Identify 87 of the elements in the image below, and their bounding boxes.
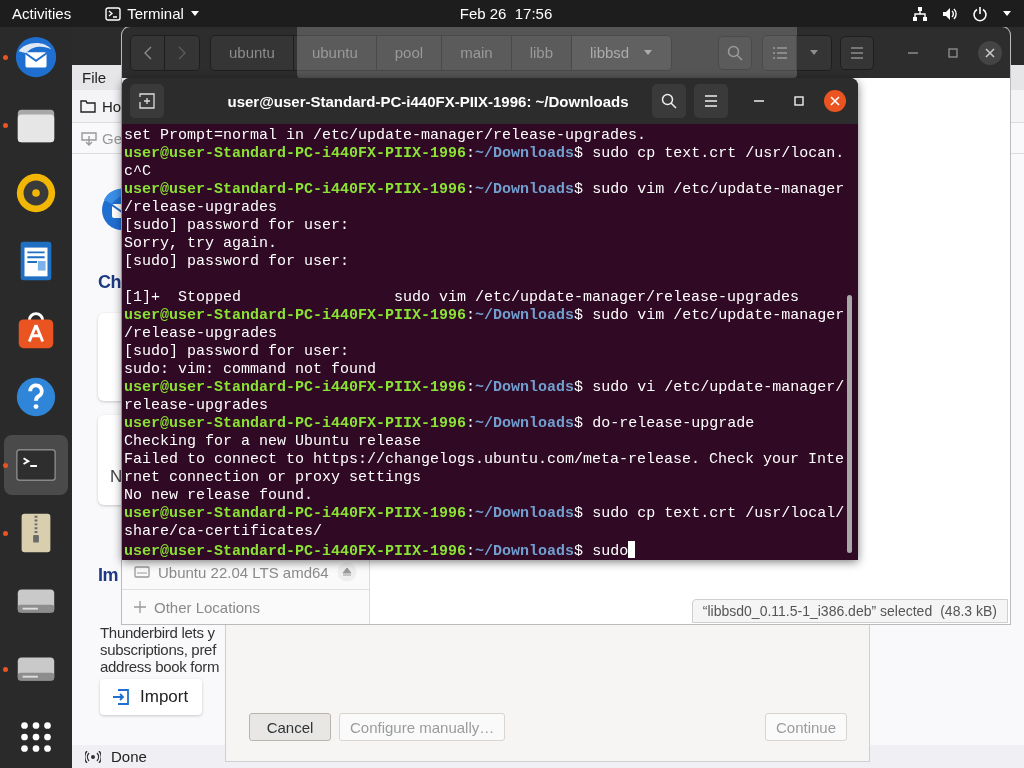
file-size: (48.3 kB): [940, 603, 997, 619]
terminal-line: release-upgrades: [124, 397, 270, 415]
sidebar-item[interactable]: Other Locations: [122, 594, 369, 620]
terminal-line: [sudo] password for user:: [124, 253, 351, 271]
drive-icon: [134, 565, 150, 579]
activities-button[interactable]: Activities: [12, 5, 72, 22]
terminal-line: set Prompt=normal in /etc/update-manager/release-upgrades.: [124, 127, 648, 145]
minimize-icon: [908, 51, 918, 54]
path-button[interactable]: ubuntu: [211, 35, 294, 70]
terminal-line: [1]+ Stopped sudo vim /etc/update-manager/release-upgrades: [124, 289, 801, 307]
network-icon[interactable]: [912, 5, 928, 22]
terminal-line: Sorry, try again.: [124, 235, 279, 253]
terminal-line: user@user-Standard-PC-i440FX-PIIX-1996:~/Downloads$ sudo cp text.crt /usr/local/: [124, 505, 846, 523]
minimize-icon: [754, 100, 764, 102]
terminal-line: rnet connection or proxy settings: [124, 469, 423, 487]
sidebar-item[interactable]: Ubuntu 22.04 LTS amd64: [122, 559, 369, 585]
terminal-line: No new release found.: [124, 487, 315, 505]
menu-icon: [704, 95, 718, 107]
menu-icon: [850, 46, 864, 59]
plus-icon: [134, 601, 146, 613]
import-button[interactable]: Import: [100, 679, 203, 715]
terminal-line: [sudo] password for user:: [124, 343, 351, 361]
status-text: “libbsd0_0.11.5-1_i386.deb” selected: [702, 603, 933, 619]
path-button[interactable]: pool: [376, 35, 443, 70]
section-heading: Im: [98, 565, 118, 586]
menu-button[interactable]: [840, 35, 874, 70]
path-button[interactable]: ubuntu: [293, 35, 377, 70]
path-button[interactable]: main: [442, 35, 512, 70]
caret-icon: [189, 10, 200, 17]
status-text: Done: [111, 748, 147, 765]
list-icon: [771, 45, 788, 60]
menu-button[interactable]: [694, 84, 728, 118]
back-button[interactable]: [131, 35, 165, 70]
dialog-button[interactable]: Cancel: [249, 713, 331, 741]
terminal-line: user@user-Standard-PC-i440FX-PIIX-1996:~/Downloads$ sudo vim /etc/update-manager: [124, 307, 846, 325]
list-view-button[interactable]: [763, 35, 797, 70]
chevron-left-icon: [143, 45, 152, 60]
terminal-icon: [105, 6, 122, 21]
terminal-line: [sudo] password for user:: [124, 217, 351, 235]
path-button[interactable]: libb: [511, 35, 572, 70]
caret-icon[interactable]: [1002, 10, 1012, 17]
terminal-line: /release-upgrades: [124, 199, 279, 217]
terminal-line: /release-upgrades: [124, 325, 279, 343]
terminal-line: user@user-Standard-PC-i440FX-PIIX-1996:~/Downloads$ sudo cp text.crt /usr/locan.: [124, 145, 846, 163]
import-icon: [112, 688, 130, 706]
folder-icon: [80, 99, 96, 113]
terminal-line: user@user-Standard-PC-i440FX-PIIX-1996:~/Downloads$ sudo vim /etc/update-manager: [124, 181, 846, 199]
caret-icon: [809, 49, 819, 56]
card-text: N: [110, 467, 123, 487]
download-icon[interactable]: [80, 130, 98, 146]
search-icon: [727, 44, 743, 61]
search-icon: [661, 93, 677, 109]
power-icon[interactable]: [972, 5, 988, 22]
mail-app-icon[interactable]: [13, 34, 59, 80]
toolbar-button[interactable]: Ge: [102, 129, 122, 147]
terminal-line: Checking for a new Ubuntu release: [124, 433, 423, 451]
search-button[interactable]: [652, 84, 686, 118]
paragraph-line: address book form: [100, 658, 220, 675]
terminal-line: user@user-Standard-PC-i440FX-PIIX-1996:~/Downloads$ sudo vi /etc/update-manager/: [124, 379, 846, 397]
clock[interactable]: Feb 26 17:56: [459, 5, 553, 22]
terminal-line: share/ca-certificates/: [124, 523, 324, 541]
close-button[interactable]: [978, 40, 1002, 65]
wireless-icon: [85, 750, 101, 763]
terminal-line: sudo: vim: command not found: [124, 361, 378, 379]
app-menu-button[interactable]: Terminal: [105, 5, 200, 22]
terminal-line: Failed to connect to https://changelogs.ubuntu.com/meta-release. Check your Inte: [124, 451, 846, 469]
terminal-line: c^C: [124, 163, 152, 181]
close-button[interactable]: [824, 90, 846, 112]
new-tab-icon: [139, 93, 155, 109]
paragraph-line: Thunderbird lets y: [100, 624, 216, 641]
active-dock-item[interactable]: [4, 435, 68, 495]
window-title: user@user-Standard-PC-i440FX-PIIX-1996: ~/Downloads: [226, 92, 630, 110]
maximize-icon: [948, 47, 958, 58]
terminal-line: user@user-Standard-PC-i440FX-PIIX-1996:~/Downloads$ sudo: [124, 541, 858, 559]
new-tab-button[interactable]: [130, 84, 164, 118]
menu-item[interactable]: File: [82, 69, 107, 86]
terminal-line: user@user-Standard-PC-i440FX-PIIX-1996:~/Downloads$ do-release-upgrade: [124, 415, 756, 433]
path-button[interactable]: libbsd: [572, 35, 672, 70]
chevron-right-icon: [178, 45, 186, 60]
close-icon: [830, 96, 840, 106]
section-heading: Ch: [98, 272, 121, 293]
caret-icon: [643, 49, 654, 56]
eject-icon[interactable]: [336, 562, 357, 582]
scrollbar[interactable]: [847, 295, 852, 553]
paragraph-line: subscriptions, pref: [100, 641, 218, 658]
close-icon: [985, 47, 995, 58]
maximize-icon: [794, 96, 804, 106]
